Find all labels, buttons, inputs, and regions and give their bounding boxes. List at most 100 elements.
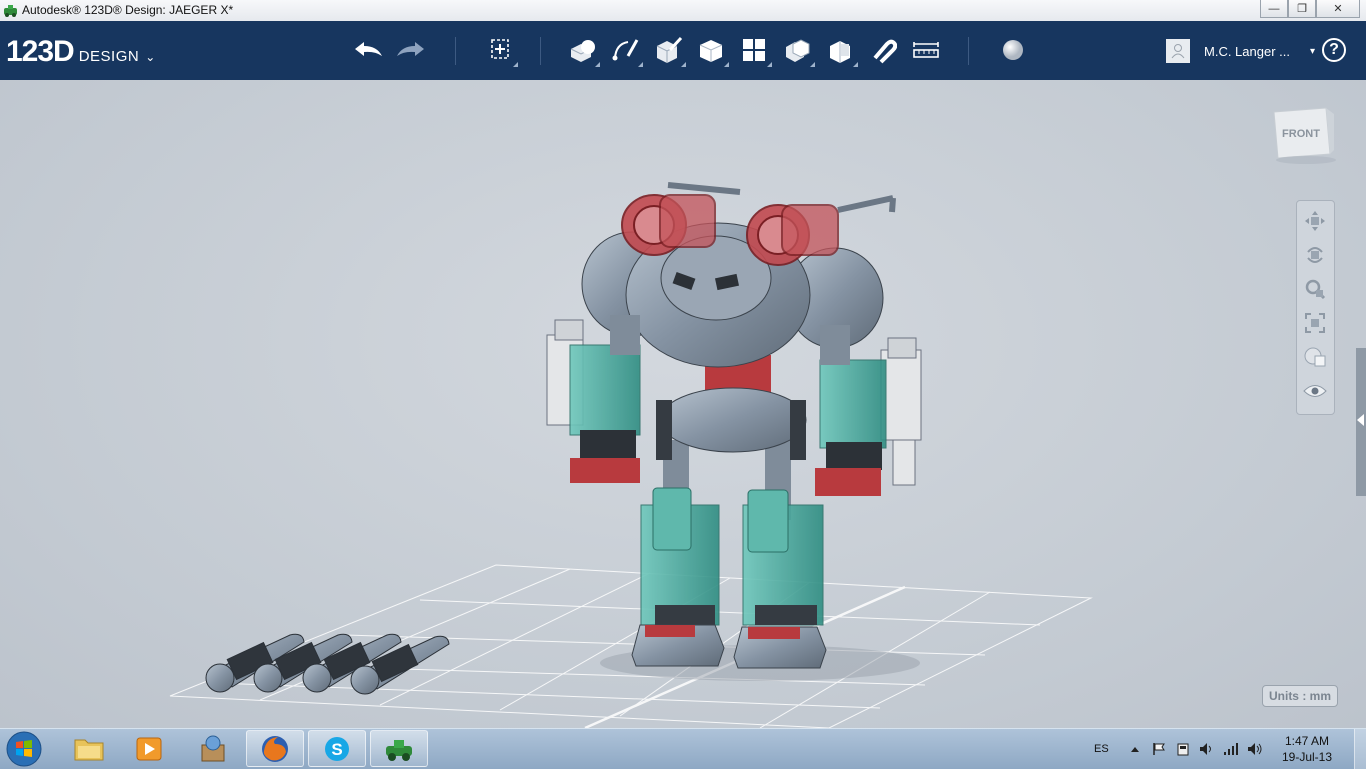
material-sphere-icon — [1003, 40, 1023, 60]
primitives-icon — [570, 40, 595, 62]
user-menu[interactable]: M.C. Langer ... ▾ — [1166, 38, 1315, 64]
zoom-icon — [1305, 279, 1326, 300]
taskbar-archive-app[interactable] — [184, 730, 242, 767]
clock-date: 19-Jul-13 — [1281, 750, 1333, 764]
system-clock[interactable]: 1:47 AM 19-Jul-13 — [1276, 733, 1338, 765]
primitives-button[interactable] — [562, 31, 602, 69]
signal-bars-icon — [1223, 743, 1238, 755]
minimize-button[interactable]: — — [1260, 0, 1288, 18]
fit-button[interactable] — [1301, 309, 1329, 337]
redo-icon — [397, 42, 424, 56]
speaker-output-button[interactable] — [1247, 741, 1263, 757]
device-icon — [1177, 743, 1189, 756]
window-title: Autodesk® 123D® Design: JAEGER X* — [22, 3, 234, 17]
svg-text:S: S — [331, 740, 342, 759]
user-icon — [1171, 44, 1185, 59]
redo-button[interactable] — [391, 31, 431, 69]
sketch-icon — [612, 39, 639, 61]
flag-icon — [1152, 743, 1165, 755]
undo-icon — [355, 42, 382, 56]
view-cube-icon: FRONT — [1273, 107, 1336, 164]
language-indicator[interactable]: ES — [1094, 743, 1109, 755]
folder-icon — [74, 739, 104, 760]
measure-button[interactable] — [906, 31, 946, 69]
maximize-button[interactable]: ❐ — [1288, 0, 1316, 18]
grouping-button[interactable] — [777, 31, 817, 69]
volume-icon — [1247, 743, 1262, 755]
construct-button[interactable] — [648, 31, 688, 69]
chevron-up-icon — [1130, 747, 1139, 752]
grouping-icon — [786, 39, 810, 62]
window-titlebar: Autodesk® 123D® Design: JAEGER X* — ❐ ✕ — [0, 0, 1366, 22]
pan-icon — [1305, 211, 1325, 231]
user-name: M.C. Langer ... — [1204, 43, 1290, 59]
volume-button[interactable] — [1199, 741, 1215, 757]
caret-down-icon: ▾ — [1309, 45, 1316, 57]
missile-parts — [205, 633, 450, 695]
navigation-bar — [1296, 200, 1335, 415]
network-button[interactable] — [1223, 741, 1239, 757]
taskbar-firefox[interactable] — [246, 730, 304, 767]
orbit-button[interactable] — [1301, 241, 1329, 269]
scene-canvas — [169, 182, 1093, 728]
fit-icon — [1305, 313, 1325, 333]
show-hidden-icons-button[interactable] — [1127, 741, 1143, 757]
combine-icon — [830, 41, 850, 63]
start-button[interactable] — [4, 730, 44, 768]
avatar — [1166, 39, 1190, 63]
sketch-button[interactable] — [605, 31, 645, 69]
side-panel-toggle[interactable] — [1356, 348, 1366, 496]
system-tray: ES — [1094, 729, 1271, 769]
close-icon: ✕ — [1333, 3, 1343, 15]
taskbar-skype[interactable]: S — [308, 730, 366, 767]
undo-button[interactable] — [348, 31, 388, 69]
clock-time: 1:47 AM — [1284, 734, 1330, 748]
speaker-icon — [1199, 743, 1211, 755]
media-player-icon — [136, 737, 162, 760]
show-desktop-button[interactable] — [1354, 729, 1366, 769]
material-button[interactable] — [993, 31, 1033, 69]
combine-button[interactable] — [820, 31, 860, 69]
measure-icon — [913, 42, 939, 58]
snap-button[interactable] — [863, 31, 903, 69]
chevron-down-icon: ⌄ — [145, 50, 156, 64]
123d-design-icon — [386, 739, 412, 761]
action-center-flag[interactable] — [1151, 741, 1167, 757]
logo-number: 123D — [6, 35, 75, 68]
visibility-button[interactable] — [1301, 377, 1329, 405]
toolbar-divider — [540, 37, 541, 65]
modify-button[interactable] — [691, 31, 731, 69]
pan-button[interactable] — [1301, 207, 1329, 235]
skype-icon: S — [325, 736, 349, 761]
view-button[interactable] — [1301, 343, 1329, 371]
construct-icon — [656, 36, 683, 63]
units-button[interactable]: Units : mm — [1262, 685, 1338, 707]
windows-taskbar: S ES 1:47 AM 19-Jul-13 — [0, 728, 1366, 769]
units-label: Units : mm — [1268, 689, 1331, 703]
minimize-icon: — — [1268, 2, 1280, 15]
app-menu-button[interactable]: 123D DESIGN ⌄ — [6, 35, 155, 69]
3d-viewport[interactable]: FRONT Units : mm — [0, 80, 1366, 728]
eye-icon — [1303, 385, 1327, 397]
device-tray-button[interactable] — [1175, 741, 1191, 757]
taskbar-123d-design[interactable] — [370, 730, 428, 767]
pattern-icon — [743, 39, 765, 61]
toolbar-divider — [968, 37, 969, 65]
help-button[interactable]: ? — [1322, 38, 1346, 62]
view-cube-face-label: FRONT — [1282, 128, 1320, 140]
toolbar-divider — [455, 37, 456, 65]
close-button[interactable]: ✕ — [1316, 0, 1360, 18]
restore-icon: ❐ — [1297, 3, 1307, 15]
pattern-button[interactable] — [734, 31, 774, 69]
view-cube[interactable]: FRONT — [1268, 102, 1336, 164]
help-icon: ? — [1329, 41, 1339, 58]
app-toolbar: 123D DESIGN ⌄ M.C. Langer ... ▾ ? — [0, 21, 1366, 80]
windows-logo-icon — [6, 731, 42, 767]
taskbar-file-explorer[interactable] — [60, 730, 118, 767]
snap-icon — [873, 39, 897, 64]
taskbar-media-player[interactable] — [120, 730, 178, 767]
logo-word: DESIGN — [78, 48, 140, 65]
transform-button[interactable] — [480, 31, 520, 69]
zoom-button[interactable] — [1301, 275, 1329, 303]
app-icon — [4, 5, 17, 17]
